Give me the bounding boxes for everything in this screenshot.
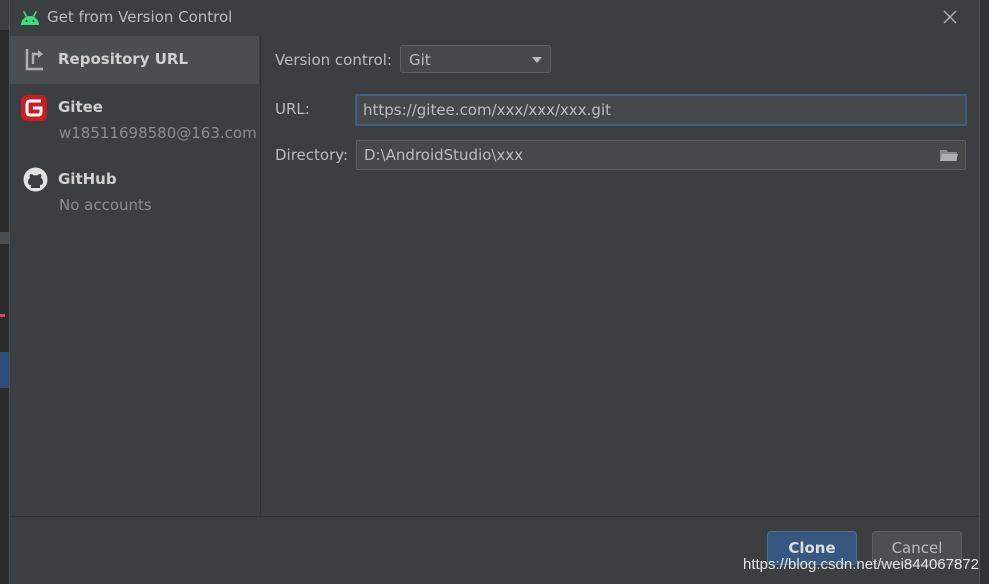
background-ide-selection (0, 352, 9, 388)
folder-browse-icon[interactable] (939, 147, 959, 163)
gitee-logo-icon (21, 95, 47, 121)
close-icon[interactable] (941, 8, 959, 26)
sidebar-item-label: Gitee (58, 98, 103, 116)
sidebar-item-github[interactable]: GitHub No accounts (10, 160, 259, 220)
url-label: URL: (275, 100, 310, 118)
version-control-value: Git (409, 51, 431, 69)
version-control-dropdown[interactable]: Git (400, 45, 551, 73)
csdn-watermark: https://blog.csdn.net/wei844067872 (742, 556, 979, 573)
vcs-arrow-icon (25, 49, 43, 71)
footer-divider (10, 516, 979, 517)
background-ide-right (980, 0, 989, 584)
sidebar-item-repository-url[interactable]: Repository URL (10, 36, 259, 84)
chevron-down-icon (532, 57, 542, 63)
source-sidebar: Repository URL Gitee w18511698580@163.co… (10, 36, 261, 516)
version-control-label: Version control: (275, 51, 392, 69)
background-ide-marker (0, 314, 5, 317)
dialog-title: Get from Version Control (47, 8, 233, 26)
android-icon (21, 11, 39, 25)
url-input[interactable] (355, 94, 967, 126)
get-from-vcs-dialog: Get from Version Control Repository URL … (9, 0, 980, 584)
dialog-titlebar: Get from Version Control (10, 0, 979, 36)
github-logo-icon (23, 167, 48, 192)
github-account-status: No accounts (59, 196, 152, 214)
background-ide-separator (0, 232, 9, 244)
sidebar-item-label: GitHub (58, 170, 117, 188)
directory-input[interactable] (356, 140, 966, 170)
gitee-account-email: w18511698580@163.com (59, 124, 257, 142)
directory-label: Directory: (275, 146, 349, 164)
sidebar-item-label: Repository URL (58, 50, 188, 68)
sidebar-item-gitee[interactable]: Gitee w18511698580@163.com (10, 88, 259, 148)
